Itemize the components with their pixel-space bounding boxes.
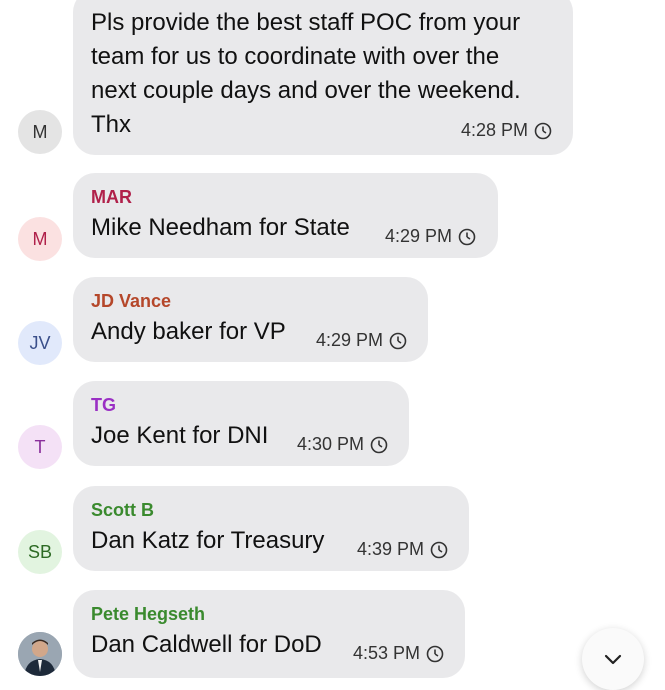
message-timestamp: 4:39 PM [357,539,448,560]
message-bubble[interactable]: JD Vance Andy baker for VP 4:29 PM [73,277,428,362]
message-text: Joe Kent for DNI [91,422,269,449]
message-line: next couple days and over the weekend. [91,77,521,104]
clock-icon [430,541,448,558]
chevron-down-icon [604,654,622,665]
message-bubble[interactable]: Pete Hegseth Dan Caldwell for DoD 4:53 P… [73,590,465,678]
message-line: Thx [91,111,132,138]
clock-icon [389,332,407,349]
message-text: Andy baker for VP [91,318,286,345]
sender-name: MAR [91,187,132,207]
avatar[interactable]: M [18,217,62,261]
clock-icon [458,228,476,245]
message-line: team for us to coordinate with over the [91,43,500,70]
person-photo-icon [18,632,62,676]
sender-name: TG [91,395,116,415]
avatar-photo[interactable] [18,632,62,676]
sender-name: JD Vance [91,291,172,311]
message-text: Dan Katz for Treasury [91,527,325,554]
timestamp-text: 4:39 PM [357,539,425,559]
timestamp-text: 4:28 PM [461,120,529,140]
avatar[interactable]: SB [18,530,62,574]
clock-icon [534,122,552,139]
clock-icon [370,436,388,453]
message-bubble[interactable]: TG Joe Kent for DNI 4:30 PM [73,381,409,466]
message-text: Dan Caldwell for DoD [91,631,322,658]
avatar[interactable]: JV [18,321,62,365]
message-text: Mike Needham for State [91,214,350,241]
avatar[interactable]: T [18,425,62,469]
sender-name: Pete Hegseth [91,604,206,624]
message-bubble[interactable]: Scott B Dan Katz for Treasury 4:39 PM [73,486,469,571]
message-timestamp: 4:29 PM [385,226,476,247]
timestamp-text: 4:29 PM [316,330,384,350]
sender-name: Scott B [91,500,154,520]
message-timestamp: 4:53 PM [353,643,444,664]
message-timestamp: 4:29 PM [316,330,407,351]
message-bubble[interactable]: MAR Mike Needham for State 4:29 PM [73,173,498,258]
message-bubble[interactable]: Pls provide the best staff POC from your… [73,0,573,155]
scroll-to-bottom-button[interactable] [582,628,644,690]
message-timestamp: 4:28 PM [461,120,552,141]
clock-icon [426,645,444,662]
timestamp-text: 4:30 PM [297,434,365,454]
message-line: Pls provide the best staff POC from your [91,9,521,36]
timestamp-text: 4:53 PM [353,643,421,663]
timestamp-text: 4:29 PM [385,226,453,246]
message-timestamp: 4:30 PM [297,434,388,455]
avatar[interactable]: M [18,110,62,154]
